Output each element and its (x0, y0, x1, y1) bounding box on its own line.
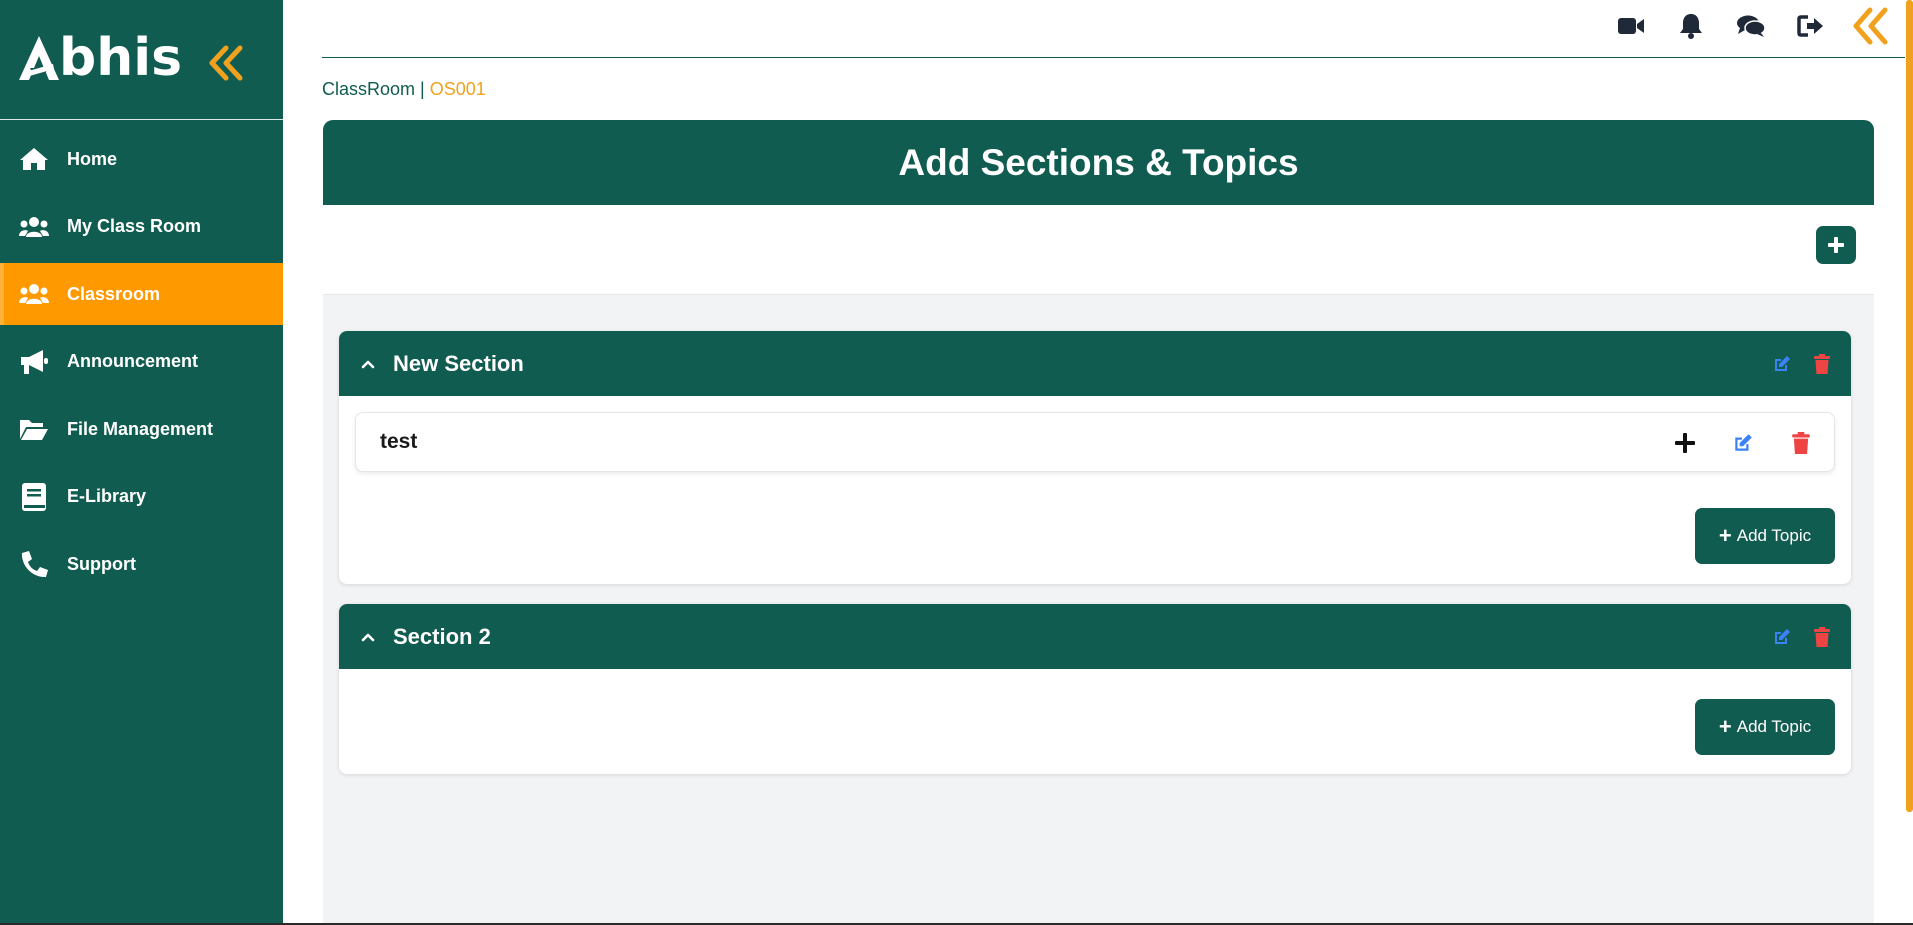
logo-a-icon (19, 36, 59, 80)
sidebar-item-label: My Class Room (67, 216, 202, 236)
delete-section-button[interactable] (1811, 626, 1833, 648)
breadcrumb-root[interactable]: ClassRoom (322, 79, 415, 99)
bell-icon (1680, 14, 1702, 39)
users-icon (18, 211, 50, 243)
megaphone-icon (18, 346, 50, 378)
notifications-button[interactable] (1671, 6, 1711, 46)
sidebar-item-classroom[interactable]: Classroom (0, 263, 283, 325)
edit-icon (1735, 434, 1752, 451)
add-topic-label: Add Topic (1736, 526, 1812, 545)
delete-section-button[interactable] (1811, 353, 1833, 375)
sidebar-item-announcement[interactable]: Announcement (0, 331, 283, 393)
sidebar-item-label: E-Library (67, 486, 147, 506)
topbar-actions (1591, 6, 1891, 46)
trash-icon (1814, 354, 1830, 374)
app-root: bhis Home My Class Room Classroom Announ… (0, 0, 1913, 925)
sidebar-item-home[interactable]: Home (0, 128, 283, 190)
plus-icon (1828, 237, 1844, 253)
logo[interactable]: bhis (17, 28, 182, 88)
section-title: New Section (393, 350, 524, 376)
delete-topic-button[interactable] (1788, 430, 1814, 456)
sidebar-item-file-management[interactable]: File Management (0, 398, 283, 460)
breadcrumb: ClassRoom | OS001 (322, 79, 486, 100)
edit-icon (1775, 629, 1790, 644)
topic-item[interactable]: test (355, 412, 1835, 472)
sidebar-item-e-library[interactable]: E-Library (0, 466, 283, 528)
plus-icon: + (1718, 714, 1732, 739)
page-title: Add Sections & Topics (898, 141, 1299, 183)
plus-icon (1675, 433, 1695, 453)
edit-section-button[interactable] (1771, 353, 1793, 375)
breadcrumb-separator: | (415, 79, 430, 99)
sidebar-item-label: File Management (67, 418, 214, 439)
section-title: Section 2 (393, 623, 491, 649)
plus-icon: + (1718, 523, 1732, 548)
breadcrumb-code: OS001 (429, 79, 486, 99)
add-subtopic-button[interactable] (1672, 430, 1698, 456)
folder-open-icon (18, 413, 50, 445)
card-header: Add Sections & Topics (323, 120, 1874, 205)
book-icon (18, 481, 50, 513)
brand-area: bhis (0, 0, 283, 120)
card-toolbar (323, 205, 1874, 295)
section-header: Section 2 (339, 604, 1851, 669)
section-actions (1753, 626, 1833, 648)
chevron-up-icon[interactable] (361, 359, 375, 369)
panel-collapse-button[interactable] (1851, 6, 1891, 46)
section-panel: New Section test + Add Topic (339, 331, 1851, 584)
video-icon (1618, 18, 1644, 34)
add-topic-button[interactable]: + Add Topic (1695, 699, 1835, 755)
messages-button[interactable] (1731, 6, 1771, 46)
section-actions (1753, 353, 1833, 375)
section-panel: Section 2 + Add Topic (339, 604, 1851, 774)
add-topic-label: Add Topic (1736, 717, 1812, 736)
edit-topic-button[interactable] (1730, 430, 1756, 456)
sidebar-item-label: Support (67, 553, 136, 574)
logout-button[interactable] (1791, 6, 1831, 46)
sidebar-nav: Home My Class Room Classroom Announcemen… (0, 128, 283, 595)
edit-icon (1775, 356, 1790, 371)
double-chevron-left-icon (1853, 7, 1888, 45)
sidebar-item-label: Classroom (67, 283, 161, 304)
sidebar: bhis Home My Class Room Classroom Announ… (0, 0, 283, 925)
logout-icon (1797, 15, 1823, 37)
topic-actions (1640, 430, 1814, 456)
trash-icon (1814, 627, 1830, 647)
add-topic-button[interactable]: + Add Topic (1695, 508, 1835, 564)
home-icon (18, 143, 50, 175)
chevron-up-icon[interactable] (361, 632, 375, 642)
add-section-button[interactable] (1816, 226, 1856, 264)
edit-section-button[interactable] (1771, 626, 1793, 648)
video-call-button[interactable] (1611, 6, 1651, 46)
users-icon (18, 278, 50, 310)
topic-title: test (380, 430, 418, 453)
logo-text: bhis (59, 28, 183, 88)
sidebar-collapse-button[interactable] (208, 44, 246, 87)
sidebar-item-support[interactable]: Support (0, 533, 283, 595)
topbar (322, 0, 1905, 58)
section-header: New Section (339, 331, 1851, 396)
phone-icon (18, 548, 50, 580)
sidebar-item-my-class-room[interactable]: My Class Room (0, 196, 283, 258)
double-chevron-left-icon (209, 45, 243, 81)
sections-card: Add Sections & Topics New Section test +… (323, 120, 1874, 925)
sidebar-item-label: Home (67, 148, 118, 169)
sidebar-item-label: Announcement (67, 351, 199, 371)
chat-icon (1737, 15, 1766, 37)
scrollbar[interactable] (1906, 0, 1913, 812)
trash-icon (1792, 432, 1810, 454)
